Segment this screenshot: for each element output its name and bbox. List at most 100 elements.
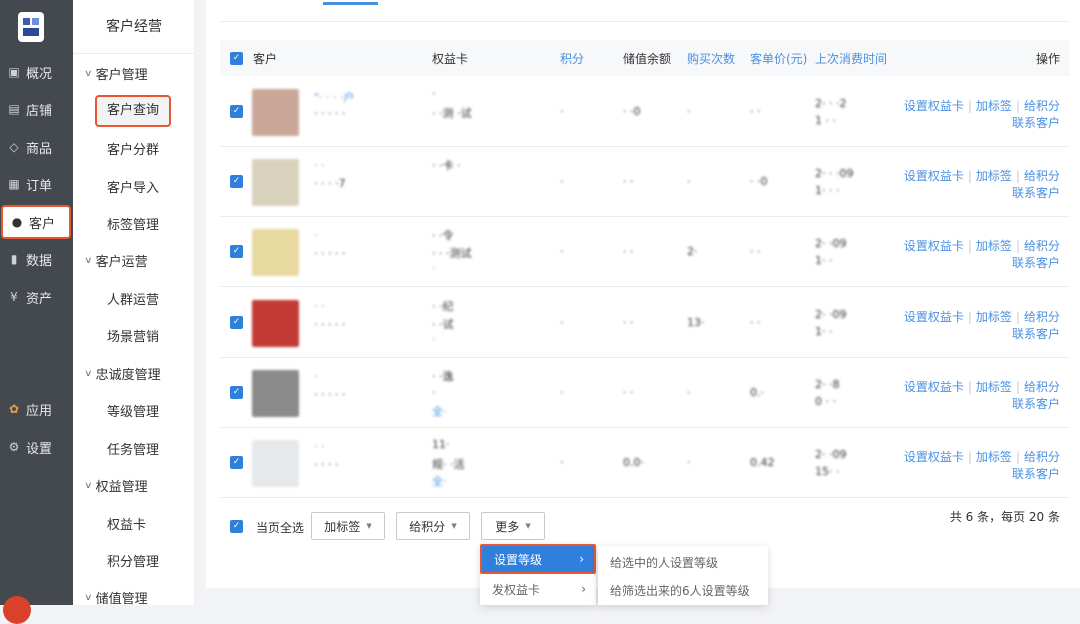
menu-item-issue-card[interactable]: 发权益卡 › — [480, 574, 596, 604]
row-checkbox[interactable]: ✓ — [230, 385, 243, 399]
subnav-item-customer-segment[interactable]: 客户分群 — [107, 139, 159, 158]
last-time-date: 2· ·09 — [815, 448, 847, 461]
card-line-3[interactable]: 全· — [432, 403, 447, 419]
contact-customer-link[interactable]: 联系客户 — [1012, 114, 1060, 131]
group-customer-operation[interactable]: ∨ 客户运营 — [84, 251, 148, 270]
subnav-item-rights-card[interactable]: 权益卡 — [107, 514, 146, 533]
row-checkbox[interactable]: ✓ — [230, 456, 243, 469]
help-badge[interactable] — [3, 596, 31, 624]
group-stored-value[interactable]: ∨ 储值管理 — [84, 588, 148, 607]
group-rights[interactable]: ∨ 权益管理 — [84, 476, 148, 495]
contact-customer-link[interactable]: 联系客户 — [1012, 325, 1060, 342]
row-actions: 设置权益卡 | 加标签 | 给积分 — [904, 378, 1060, 395]
card-line-3[interactable]: · — [432, 262, 436, 275]
card-line-3[interactable]: 全· — [432, 473, 447, 489]
last-time-date: 2· ·09 — [815, 237, 847, 251]
divider: | — [967, 169, 972, 184]
submenu-item-filtered[interactable]: 给筛选出来的6人设置等级 — [610, 582, 750, 599]
last-time-clock: 1· · — [815, 324, 833, 338]
submenu-item-selected[interactable]: 给选中的人设置等级 — [610, 554, 718, 571]
customer-name[interactable]: · · — [314, 300, 325, 313]
subnav-item-customer-import[interactable]: 客户导入 — [107, 177, 159, 196]
nav-assets[interactable]: ¥ 资产 — [0, 280, 73, 314]
set-card-link[interactable]: 设置权益卡 — [904, 99, 964, 113]
give-points-link[interactable]: 给积分 — [1024, 380, 1060, 394]
nav-overview[interactable]: ▣ 概况 — [0, 55, 73, 89]
add-tag-link[interactable]: 加标签 — [976, 169, 1012, 183]
card-line-2: · ·测 ·试 — [432, 107, 472, 120]
set-card-link[interactable]: 设置权益卡 — [904, 239, 964, 253]
nav-products[interactable]: ◇ 商品 — [0, 130, 73, 164]
select-all-checkbox[interactable]: ✓ — [230, 52, 243, 65]
add-tag-link[interactable]: 加标签 — [976, 450, 1012, 464]
more-button[interactable]: 更多 ▼ — [481, 512, 545, 540]
add-tag-link[interactable]: 加标签 — [976, 310, 1012, 324]
contact-customer-link[interactable]: 联系客户 — [1012, 254, 1060, 271]
last-time-clock: 1· · · — [815, 184, 840, 198]
nav-orders[interactable]: ▦ 订单 — [0, 167, 73, 201]
customer-name[interactable]: "· · · ·户 — [314, 89, 355, 105]
give-points-link[interactable]: 给积分 — [1024, 99, 1060, 113]
th-purchases[interactable]: 购买次数 — [687, 50, 735, 67]
nav-customers[interactable]: ● 客户 — [1, 205, 71, 239]
purchases-value: · — [687, 385, 691, 399]
customer-name[interactable]: · · — [314, 440, 325, 453]
set-card-link[interactable]: 设置权益卡 — [904, 450, 964, 464]
give-points-button[interactable]: 给积分 ▼ — [396, 512, 470, 540]
subnav-item-crowd-operation[interactable]: 人群运营 — [107, 289, 159, 308]
nav-apps[interactable]: ✿ 应用 — [0, 392, 73, 426]
th-points[interactable]: 积分 — [560, 50, 584, 67]
give-points-link[interactable]: 给积分 — [1024, 310, 1060, 324]
nav-settings[interactable]: ⚙ 设置 — [0, 430, 73, 464]
add-tag-link[interactable]: 加标签 — [976, 380, 1012, 394]
card-line-2: · · ·测试 — [432, 247, 472, 261]
subnav-item-points[interactable]: 积分管理 — [107, 551, 159, 570]
give-points-link[interactable]: 给积分 — [1024, 239, 1060, 253]
subnav-item-task-management[interactable]: 任务管理 — [107, 439, 159, 458]
contact-customer-link[interactable]: 联系客户 — [1012, 395, 1060, 412]
customer-name[interactable]: · — [314, 370, 318, 383]
give-points-link[interactable]: 给积分 — [1024, 169, 1060, 183]
th-last-time[interactable]: 上次消费时间 — [815, 50, 887, 67]
add-tag-link[interactable]: 加标签 — [976, 239, 1012, 253]
group-loyalty[interactable]: ∨ 忠诚度管理 — [84, 364, 161, 383]
customer-name[interactable]: · · — [314, 159, 325, 172]
set-card-link[interactable]: 设置权益卡 — [904, 380, 964, 394]
subnav-item-customer-query[interactable]: 客户查询 — [95, 95, 171, 127]
subnav-item-scene-marketing[interactable]: 场景营销 — [107, 326, 159, 345]
set-card-link[interactable]: 设置权益卡 — [904, 169, 964, 183]
page-select-all-checkbox[interactable]: ✓ — [230, 520, 243, 533]
give-points-link[interactable]: 给积分 — [1024, 450, 1060, 464]
nav-data[interactable]: ▮ 数据 — [0, 242, 73, 276]
subnav-item-tag-management[interactable]: 标签管理 — [107, 214, 159, 233]
table-row: ✓ · · · · · · · ·逸 · 全· · · · · 0.· 2· ·8 0 · · 设置权益… — [220, 358, 1070, 428]
avatar — [252, 159, 299, 207]
avatar — [252, 229, 299, 277]
subnav-item-level-management[interactable]: 等级管理 — [107, 401, 159, 420]
points-value: · — [560, 175, 564, 189]
th-unit-price[interactable]: 客单价(元) — [750, 50, 807, 67]
card-line-3[interactable]: · — [432, 333, 436, 346]
customer-name[interactable]: · — [314, 229, 318, 242]
row-checkbox[interactable]: ✓ — [230, 315, 243, 329]
nav-store[interactable]: ▤ 店铺 — [0, 92, 73, 126]
group-customer-management[interactable]: ∨ 客户管理 — [84, 64, 148, 83]
unit-price-value: · · — [750, 105, 761, 118]
contact-customer-link[interactable]: 联系客户 — [1012, 465, 1060, 482]
add-tag-link[interactable]: 加标签 — [976, 99, 1012, 113]
menu-item-set-level[interactable]: 设置等级 › — [480, 544, 596, 574]
row-checkbox[interactable]: ✓ — [230, 245, 243, 259]
row-checkbox[interactable]: ✓ — [230, 175, 243, 189]
card-line-1: · ·卡 · — [432, 159, 461, 173]
add-tag-button[interactable]: 加标签 ▼ — [311, 512, 385, 540]
store-icon: ▤ — [8, 102, 20, 116]
tag-icon: ◇ — [9, 140, 19, 154]
set-card-link[interactable]: 设置权益卡 — [904, 310, 964, 324]
row-checkbox[interactable]: ✓ — [230, 105, 243, 118]
th-balance: 储值余额 — [623, 52, 672, 66]
contact-customer-link[interactable]: 联系客户 — [1012, 184, 1060, 201]
set-level-submenu: 给选中的人设置等级 给筛选出来的6人设置等级 — [598, 546, 768, 605]
secondary-sidebar: 客户经营 ∨ 客户管理 客户查询 客户分群 客户导入 标签管理 ∨ 客户运营 人群运… — [73, 0, 195, 607]
last-time-date: 2· · ·09 — [815, 167, 854, 181]
chevron-down-icon: ∨ — [84, 480, 93, 491]
